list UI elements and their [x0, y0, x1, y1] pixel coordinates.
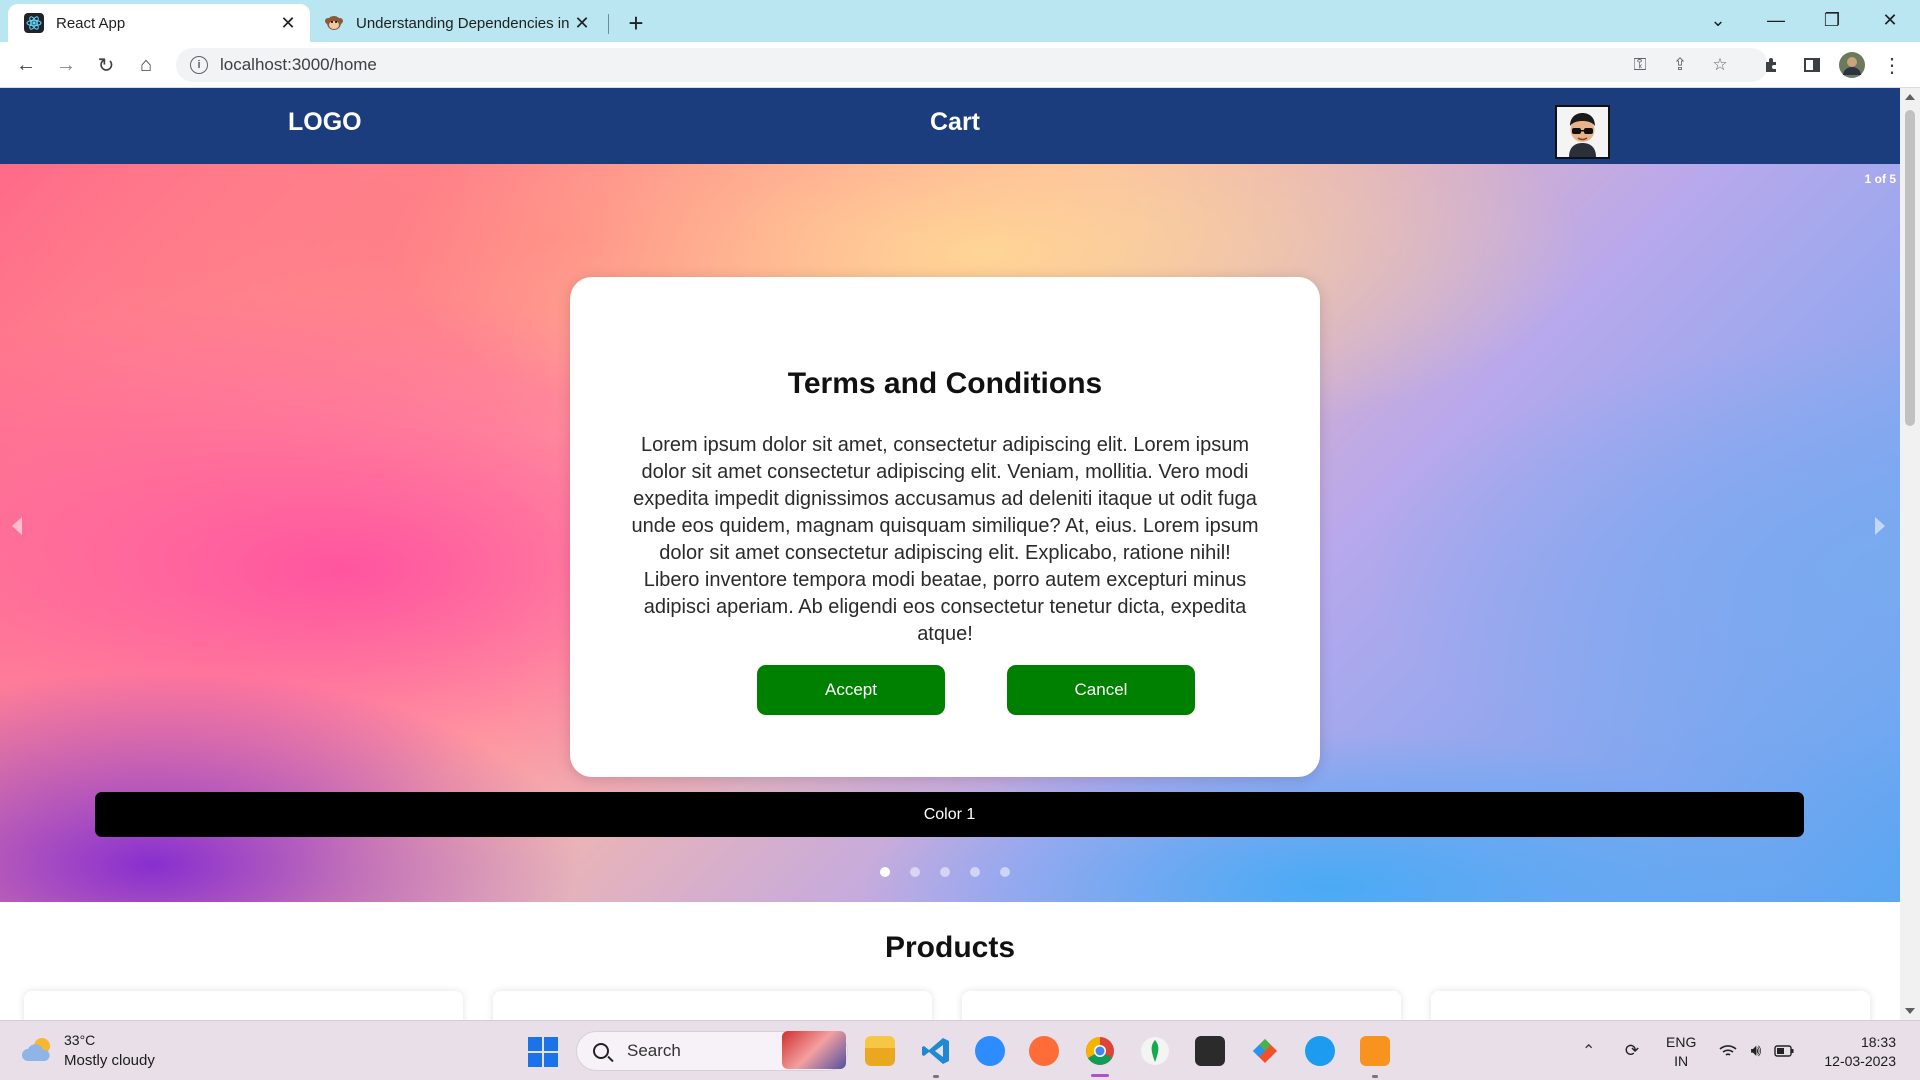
new-tab-button[interactable]: + [620, 8, 652, 38]
page-scrollbar[interactable] [1900, 88, 1920, 1020]
show-hidden-icons-chevron-icon[interactable]: ⌃ [1582, 1041, 1595, 1061]
wifi-icon[interactable] [1716, 1039, 1740, 1063]
chrome-active-indicator [1091, 1074, 1109, 1077]
postman-icon[interactable] [1026, 1033, 1062, 1069]
windows-start-icon[interactable] [528, 1037, 558, 1067]
minimize-button[interactable]: — [1748, 0, 1804, 40]
modal-body-text: Lorem ipsum dolor sit amet, consectetur … [631, 434, 1259, 645]
close-tab-icon[interactable]: ✕ [278, 13, 298, 33]
windows-taskbar: 33°C Mostly cloudy Search ⌃ ⟳ ENG IN 🔊︎ … [0, 1020, 1920, 1080]
carousel-dot-2[interactable] [910, 867, 920, 877]
carousel-dot-4[interactable] [970, 867, 980, 877]
product-card[interactable] [962, 991, 1401, 1020]
file-explorer-icon[interactable] [862, 1033, 898, 1069]
chrome-icon[interactable] [1082, 1033, 1118, 1069]
cloudy-weather-icon[interactable] [22, 1035, 56, 1065]
search-icon [593, 1043, 609, 1059]
site-info-icon[interactable]: i [190, 56, 208, 74]
share-icon[interactable]: ⇪ [1668, 55, 1692, 75]
clock-time: 18:33 [1860, 1034, 1896, 1050]
tab-title: React App [56, 14, 126, 32]
tab-title: Understanding Dependencies in [356, 14, 570, 32]
products-heading: Products [884, 931, 1016, 964]
carousel-prev-icon[interactable] [12, 517, 22, 535]
carousel-dot-5[interactable] [1000, 867, 1010, 877]
browser-toolbar: ← → ↻ ⌂ i localhost:3000/home ⚿ ⇪ ☆ ⋮ [0, 42, 1920, 88]
sync-icon[interactable]: ⟳ [1620, 1039, 1644, 1063]
modal-title: Terms and Conditions [787, 367, 1103, 400]
carousel-dots [880, 867, 1010, 877]
home-icon[interactable]: ⌂ [130, 49, 162, 81]
carousel-dot-3[interactable] [940, 867, 950, 877]
product-card[interactable] [24, 991, 463, 1020]
product-card[interactable] [1431, 991, 1870, 1020]
clock-date: 12-03-2023 [1824, 1053, 1896, 1069]
site-navbar: LOGO Cart [0, 88, 1900, 164]
weather-temperature: 33°C [64, 1032, 96, 1048]
reload-icon[interactable]: ↻ [90, 49, 122, 81]
cart-link[interactable]: Cart [930, 108, 980, 137]
pdf-running-indicator [1372, 1075, 1378, 1078]
browser-tabstrip: React App ✕ Understanding Dependencies i… [0, 0, 1920, 42]
cancel-button[interactable]: Cancel [1007, 665, 1195, 715]
react-icon [24, 13, 44, 33]
back-icon[interactable]: ← [10, 49, 42, 81]
search-placeholder: Search [627, 1041, 681, 1060]
language-code: ENG [1666, 1034, 1697, 1050]
close-tab-icon[interactable]: ✕ [572, 13, 592, 33]
extensions-icon[interactable] [1756, 49, 1788, 81]
profile-avatar-icon[interactable] [1836, 49, 1868, 81]
vscode-icon[interactable] [918, 1033, 954, 1069]
twitter-icon[interactable] [1302, 1033, 1338, 1069]
monkey-icon [324, 13, 344, 33]
carousel-dot-1[interactable] [880, 867, 890, 877]
product-card[interactable] [493, 991, 932, 1020]
terms-modal: Terms and Conditions Lorem ipsum dolor s… [570, 277, 1320, 777]
search-highlight-image [782, 1031, 846, 1069]
key-icon[interactable]: ⚿ [1628, 55, 1652, 75]
scrollbar-thumb[interactable] [1905, 110, 1915, 426]
mongodb-compass-icon[interactable] [1137, 1033, 1173, 1069]
forward-icon[interactable]: → [50, 49, 82, 81]
tab-search-chevron-icon[interactable]: ⌄ [1690, 0, 1746, 40]
accept-button[interactable]: Accept [757, 665, 945, 715]
volume-icon[interactable]: 🔊︎ [1744, 1039, 1768, 1063]
slide-counter: 1 of 5 [1864, 172, 1896, 186]
battery-icon[interactable] [1772, 1039, 1796, 1063]
tab-react-app[interactable]: React App ✕ [8, 4, 310, 42]
tab-understanding-dependencies[interactable]: Understanding Dependencies in ✕ [312, 4, 604, 42]
weather-description: Mostly cloudy [64, 1052, 155, 1069]
scroll-down-icon[interactable] [1905, 1008, 1915, 1014]
gitkraken-icon[interactable] [1247, 1033, 1283, 1069]
input-language[interactable]: ENG IN [1666, 1033, 1696, 1071]
scroll-up-icon[interactable] [1905, 94, 1915, 100]
system-clock[interactable]: 18:33 12-03-2023 [1812, 1033, 1896, 1071]
close-window-button[interactable]: ✕ [1862, 0, 1918, 40]
restore-button[interactable]: ❐ [1804, 0, 1860, 40]
url-text: localhost:3000/home [220, 55, 377, 74]
slide-caption: Color 1 [95, 792, 1804, 837]
tab-divider [608, 14, 609, 34]
pdf-reader-icon[interactable] [1357, 1033, 1393, 1069]
menu-kebab-icon[interactable]: ⋮ [1876, 49, 1908, 81]
vscode-running-indicator [933, 1075, 939, 1078]
language-region: IN [1674, 1053, 1689, 1069]
terminal-icon[interactable] [1192, 1033, 1228, 1069]
hero-carousel: 1 of 5 Terms and Conditions Lorem ipsum … [0, 164, 1900, 902]
bookmark-star-icon[interactable]: ☆ [1708, 55, 1732, 75]
carousel-next-icon[interactable] [1875, 517, 1885, 535]
side-panel-icon[interactable] [1796, 49, 1828, 81]
address-bar[interactable]: i localhost:3000/home ⚿ ⇪ ☆ [176, 48, 1768, 82]
user-avatar[interactable] [1555, 105, 1610, 159]
zoom-icon[interactable] [972, 1033, 1008, 1069]
site-logo[interactable]: LOGO [288, 108, 362, 137]
web-page: LOGO Cart 1 of 5 Terms and Conditions Lo… [0, 88, 1900, 1020]
